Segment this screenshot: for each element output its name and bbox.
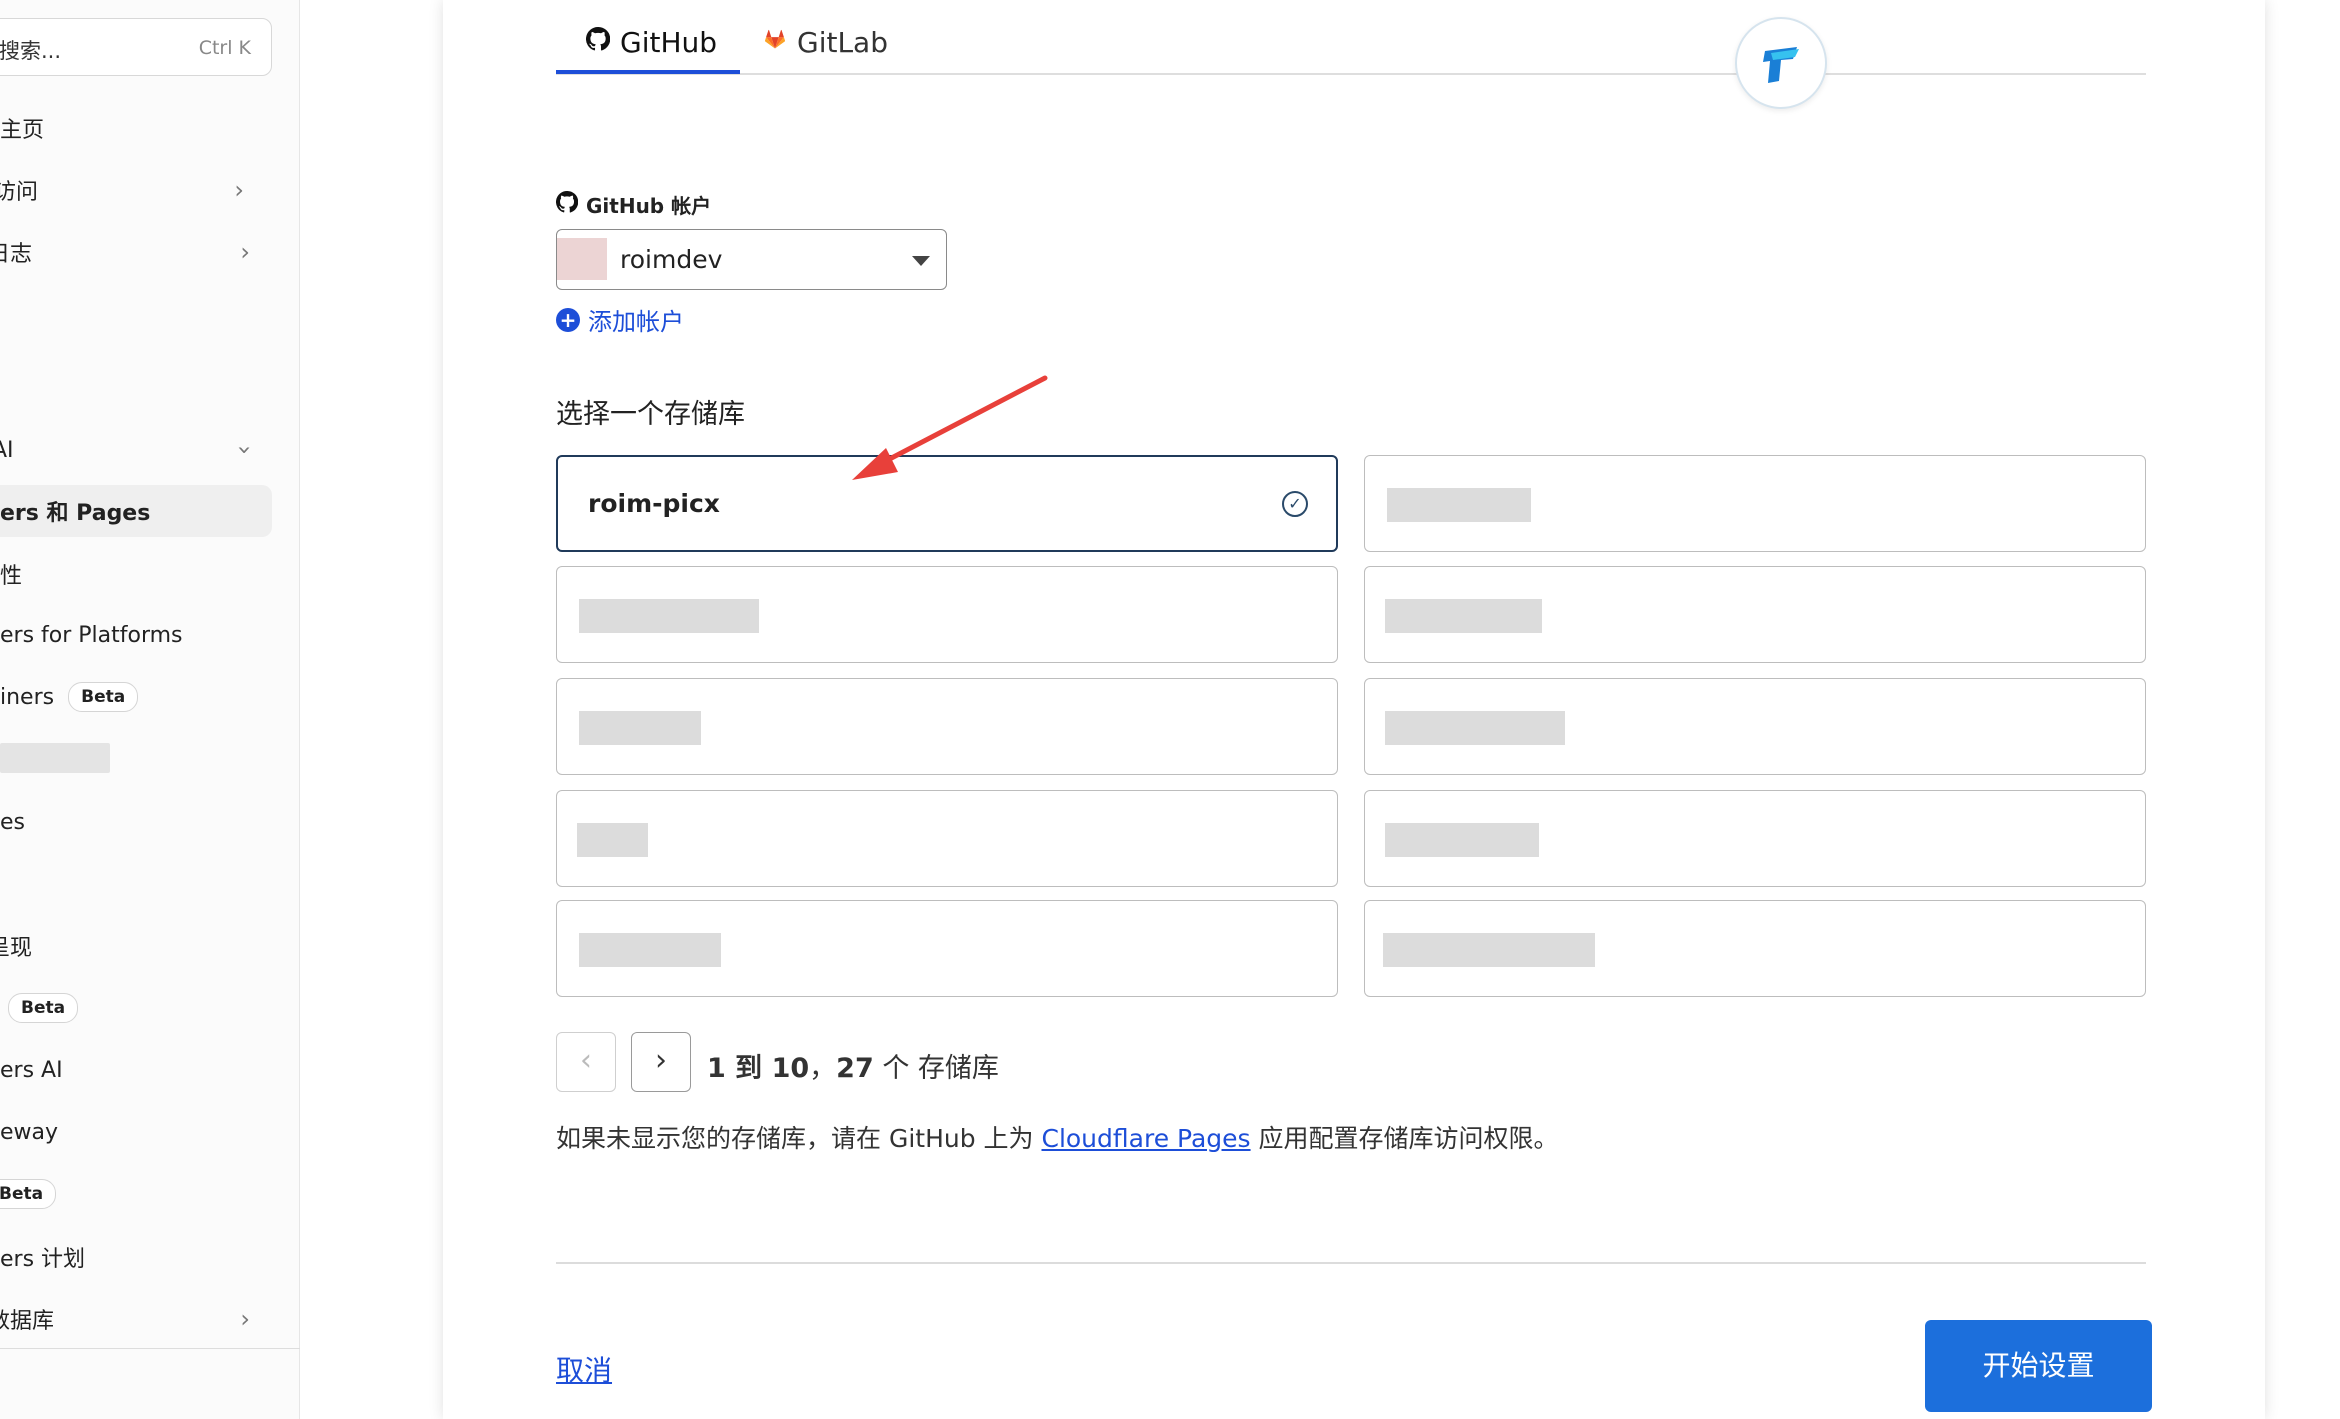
chevron-down-icon: › [231,445,260,455]
repo-heading: 选择一个存储库 [556,399,745,430]
beta-badge: Beta [8,993,79,1023]
sidebar-item-label: ers 和 Pages [0,501,151,526]
github-icon [555,190,579,219]
sidebar: 搜索... Ctrl K 主页 访问 › 日志 › AI › ers 和 Pag… [0,0,300,1419]
sidebar-item-label: 访问 [0,180,39,205]
repo-card[interactable] [1364,455,2146,552]
tab-github[interactable]: GitHub [585,12,718,72]
github-icon [585,26,611,57]
redacted-repo-name [577,823,648,857]
sidebar-item-database[interactable]: 数据库 › [0,1293,268,1345]
start-setup-button[interactable]: 开始设置 [1925,1320,2152,1412]
pagination-prev-button[interactable]: ‹ [556,1032,616,1092]
sidebar-item-es[interactable]: es [0,796,280,848]
redacted-repo-name [579,711,701,745]
pagination-summary: 1 到 10，27 个 存储库 [707,1046,999,1085]
sidebar-item-label: 数据库 [0,1309,55,1334]
sidebar-item-access[interactable]: 访问 › [0,164,274,216]
sidebar-divider [0,1348,300,1349]
sidebar-item-containers[interactable]: iners Beta [0,671,280,723]
help-suffix: 应用配置存储库访问权限。 [1250,1124,1559,1153]
caret-down-icon [912,256,930,266]
chevron-right-icon: › [234,176,244,204]
sidebar-item-properties[interactable]: 性 [0,548,280,600]
plus-circle-icon: + [556,307,580,332]
redacted-repo-name [1387,488,1531,522]
chevron-right-icon: › [240,238,250,266]
sidebar-item-label: iners [0,684,55,710]
sidebar-item-label: 性 [0,564,23,589]
pagination-separator: ， [809,1053,837,1084]
account-label: GitHub 帐户 [555,190,712,219]
chevron-right-icon: › [240,1305,250,1333]
footer-divider [556,1262,2146,1264]
sidebar-item-workers-ai[interactable]: ers AI [0,1044,280,1096]
beta-badge: Beta [68,682,139,712]
active-tab-indicator [556,70,740,74]
sidebar-item-beta-1[interactable]: Beta [0,982,266,1034]
sidebar-item-label: AI [0,437,14,463]
avatar [557,238,607,280]
check-circle-icon: ✓ [1282,491,1308,517]
sidebar-item-ai[interactable]: AI › [0,424,272,476]
tab-label: GitHub [620,25,718,59]
redacted-repo-name [1385,599,1542,633]
provider-tabs: GitHub GitLab [556,0,2146,75]
repo-card[interactable] [1364,900,2146,997]
repo-card-selected[interactable]: roim-picx ✓ [556,455,1338,552]
sidebar-item-label: 呈现 [0,936,33,961]
redacted-repo-name [1385,711,1565,745]
sidebar-item-label: 主页 [0,118,45,143]
search-shortcut: Ctrl K [198,37,251,59]
repo-card[interactable] [556,566,1338,663]
sidebar-item-label: es [0,809,25,835]
sidebar-item-workers-platforms[interactable]: ers for Platforms [0,609,280,661]
search-placeholder: 搜索... [0,39,62,63]
app-logo [1735,17,1827,109]
gitlab-icon [763,27,787,57]
sidebar-item-render[interactable]: 呈现 [0,920,268,972]
sidebar-item-label: ers AI [0,1057,63,1083]
redacted-repo-name [579,599,759,633]
redacted-repo-name [1385,823,1539,857]
redacted-repo-name [579,933,721,967]
account-select-value: roimdev [620,245,723,274]
beta-badge: Beta [0,1179,57,1209]
sidebar-item-label: ers for Platforms [0,622,183,648]
sidebar-item-logs[interactable]: 日志 › [0,226,268,278]
pagination-range: 1 到 10 [707,1053,810,1084]
sidebar-item-label: eway [0,1119,59,1145]
sidebar-item-workers-pages[interactable]: ers 和 Pages [0,485,272,537]
sidebar-item-label: 日志 [0,242,33,267]
redacted-repo-name [1383,933,1595,967]
sidebar-item-beta-2[interactable]: Beta [0,1168,266,1220]
repo-card[interactable] [1364,566,2146,663]
pagination-total: 27 [836,1053,874,1084]
repo-card[interactable] [1364,790,2146,887]
search-input[interactable]: 搜索... Ctrl K [0,18,272,76]
account-select[interactable]: roimdev [556,229,947,290]
account-label-text: GitHub 帐户 [586,194,712,218]
help-text: 如果未显示您的存储库，请在 GitHub 上为 Cloudflare Pages… [556,1119,1559,1155]
redacted-item [0,743,110,773]
repo-card[interactable] [1364,678,2146,775]
repo-card[interactable] [556,678,1338,775]
add-account-link[interactable]: + 添加帐户 [556,302,684,337]
main-panel: GitHub GitLab GitHub 帐户 roimdev + 添加帐户 选… [443,0,2265,1419]
pagination-suffix: 个 存储库 [873,1053,999,1084]
cloudflare-pages-link[interactable]: Cloudflare Pages [1041,1124,1250,1153]
sidebar-item-workers-plan[interactable]: ers 计划 [0,1231,280,1283]
help-prefix: 如果未显示您的存储库，请在 GitHub 上为 [556,1124,1042,1153]
sidebar-item-home[interactable]: 主页 [0,102,280,154]
repo-card[interactable] [556,900,1338,997]
pagination-next-button[interactable]: › [631,1032,691,1092]
repo-name: roim-picx [588,489,720,518]
cancel-button[interactable]: 取消 [556,1349,612,1389]
tab-label: GitLab [797,25,888,59]
sidebar-item-label: ers 计划 [0,1247,86,1272]
tab-gitlab[interactable]: GitLab [763,12,888,72]
repo-card[interactable] [556,790,1338,887]
sidebar-item-gateway[interactable]: eway [0,1106,280,1158]
add-account-label: 添加帐户 [588,308,684,336]
